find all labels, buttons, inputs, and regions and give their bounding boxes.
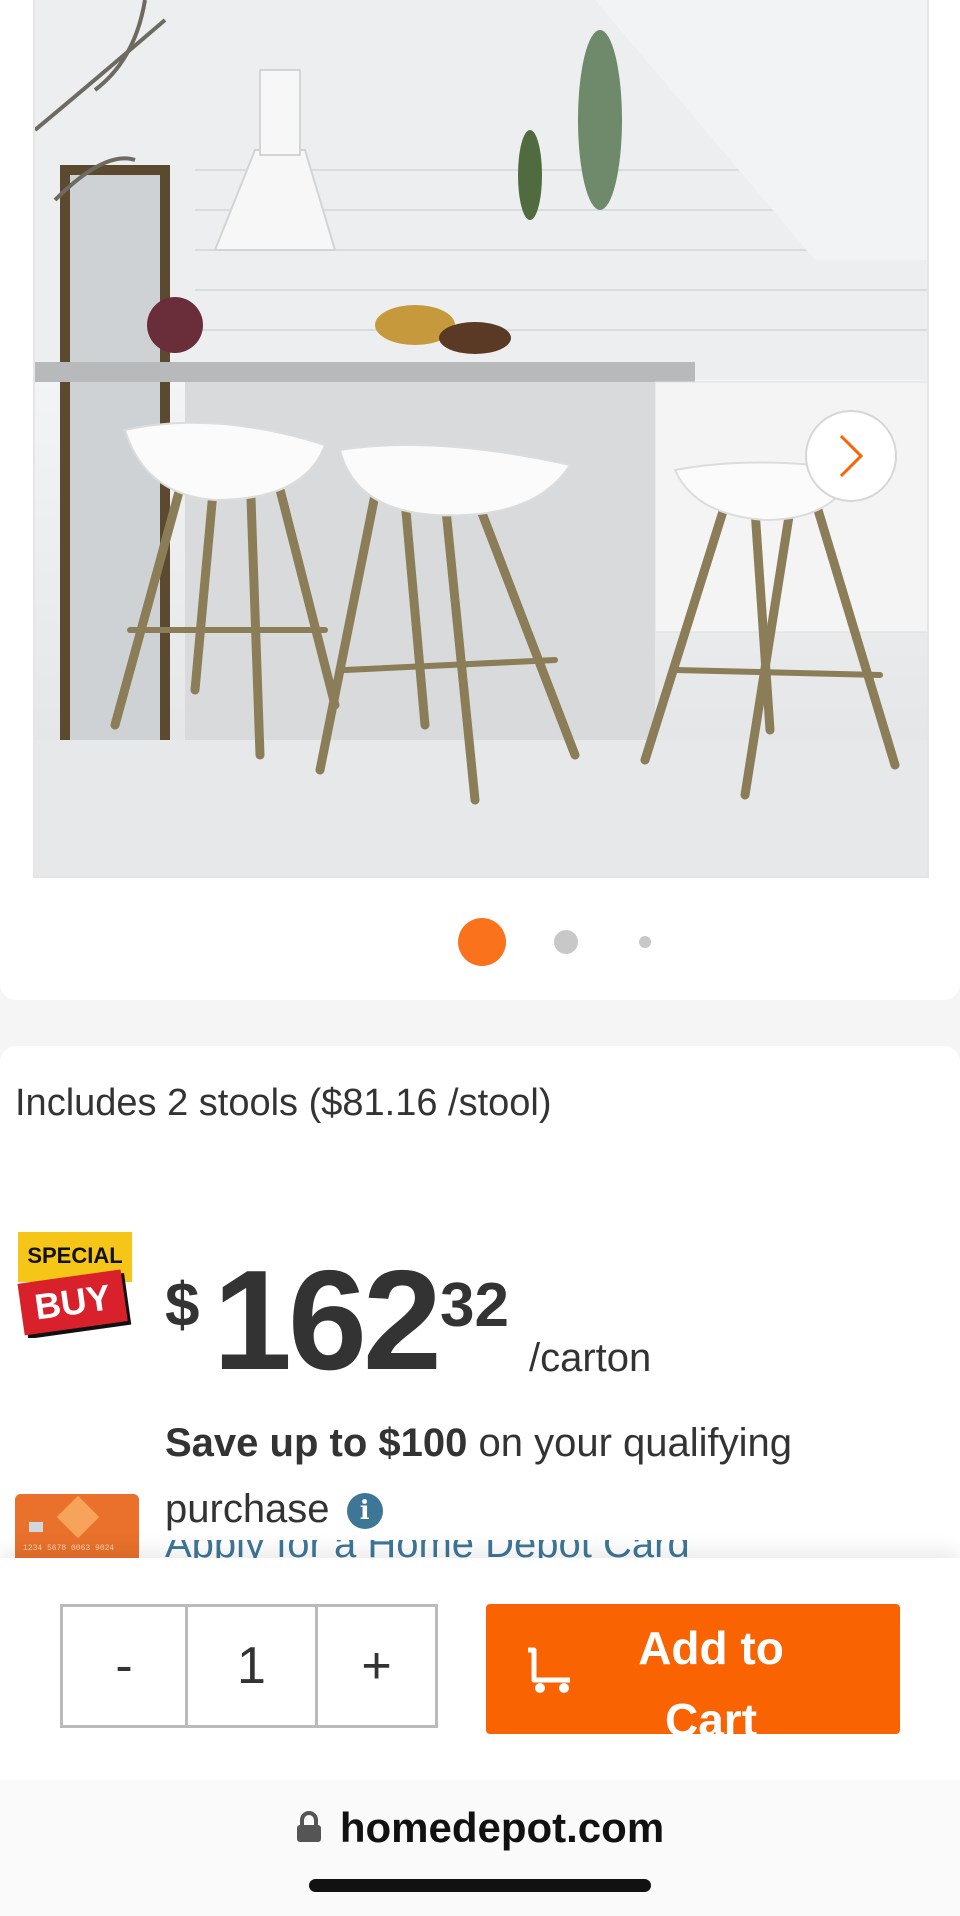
save-amount: Save up to $100 [165, 1421, 468, 1465]
gallery-pagination [0, 918, 960, 966]
url-text: homedepot.com [339, 1804, 665, 1851]
lock-icon [296, 1810, 321, 1842]
url-display[interactable]: homedepot.com [0, 1804, 960, 1852]
add-to-cart-label: Add to Cart [638, 1622, 784, 1746]
gallery-dot[interactable] [639, 936, 651, 948]
image-gallery [0, 0, 960, 1000]
cart-icon [528, 1647, 570, 1693]
product-image[interactable] [33, 0, 929, 878]
special-buy-badge: SPECIAL BUY [16, 1230, 136, 1339]
quantity-input[interactable]: 1 [188, 1607, 318, 1725]
home-depot-card-image: 1234 5678 0063 9024 [15, 1494, 139, 1558]
add-to-cart-button[interactable]: Add to Cart [486, 1604, 900, 1746]
decrease-quantity-button[interactable]: - [63, 1607, 188, 1725]
price-cents: 32 [440, 1271, 509, 1340]
svg-text:SPECIAL: SPECIAL [27, 1243, 122, 1268]
price-currency: $ [165, 1271, 200, 1340]
home-indicator[interactable] [309, 1879, 651, 1892]
svg-text:1234 5678 0063 9024: 1234 5678 0063 9024 [23, 1544, 114, 1553]
product-image-illustration [35, 0, 927, 876]
gallery-dot-active[interactable] [458, 918, 506, 966]
includes-text: Includes 2 stools ($81.16 /stool) [15, 1082, 552, 1124]
gallery-next-button[interactable] [805, 410, 897, 502]
financing-offer: Save up to $100 on your qualifying purch… [165, 1410, 885, 1542]
apply-card-link[interactable]: Apply for a Home Depot Card [165, 1540, 690, 1558]
chevron-right-icon [839, 434, 864, 478]
price-whole: 162 [213, 1241, 442, 1400]
price-unit: /carton [529, 1336, 652, 1380]
increase-quantity-button[interactable]: + [318, 1607, 435, 1725]
quantity-stepper: - 1 + [60, 1604, 438, 1728]
info-icon[interactable]: i [346, 1493, 383, 1530]
gallery-dot[interactable] [554, 930, 578, 954]
